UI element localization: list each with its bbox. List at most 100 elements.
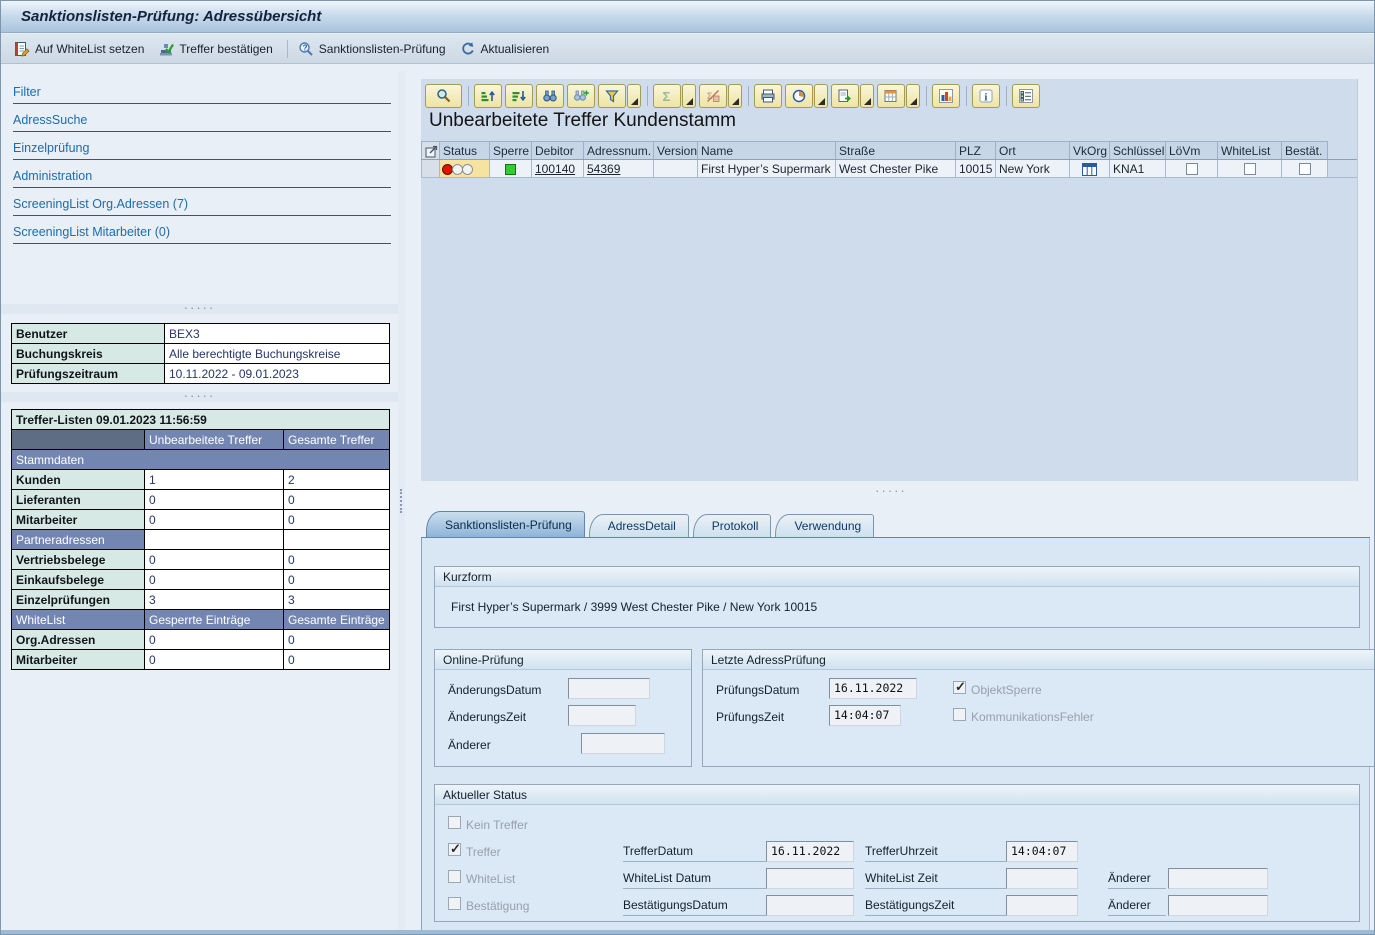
filter-dropdown-icon[interactable] [627, 84, 641, 108]
col-header-debitor[interactable]: Debitor [532, 142, 584, 160]
adressnum-link[interactable]: 54369 [587, 162, 620, 176]
aenderer-field[interactable] [581, 733, 665, 754]
sort-descending-icon[interactable] [505, 84, 533, 108]
debitor-link[interactable]: 100140 [535, 162, 575, 176]
find-icon[interactable] [536, 84, 564, 108]
graphic-icon[interactable] [932, 84, 960, 108]
nav-link-screeninglist-org[interactable]: ScreeningList Org.Adressen (7) [13, 188, 391, 216]
pane-splitter[interactable] [398, 71, 405, 932]
nav-link-screeninglist-mitarbeiter[interactable]: ScreeningList Mitarbeiter (0) [13, 216, 391, 244]
nav-link-administration[interactable]: Administration [13, 160, 391, 188]
refresh-button[interactable]: Aktualisieren [455, 38, 559, 60]
trefferdatum-field[interactable]: 16.11.2022 [766, 841, 854, 862]
alv-header-row: Status Sperre Debitor Adressnum. Version… [422, 142, 1358, 160]
bestaetigungsdatum-field[interactable] [766, 895, 854, 916]
export-dropdown-icon[interactable] [860, 84, 874, 108]
treffer-checkbox[interactable] [448, 843, 461, 856]
col-header-ort[interactable]: Ort [996, 142, 1070, 160]
hit-lists-col-header: Gesamte Treffer [284, 430, 390, 450]
sum-dropdown-icon[interactable] [682, 84, 696, 108]
hit-lists-title: Treffer-Listen 09.01.2023 11:56:59 [12, 410, 390, 430]
subtotal-icon[interactable]: Σ [699, 84, 727, 108]
whitelist-zeit-field[interactable] [1006, 868, 1078, 889]
aenderer1-field[interactable] [1168, 868, 1268, 889]
col-header-vkorg[interactable]: VkOrg [1070, 142, 1110, 160]
user-info-value: BEX3 [165, 324, 390, 344]
tab-verwendung[interactable]: Verwendung [775, 514, 874, 537]
tab-adressdetail[interactable]: AdressDetail [589, 514, 689, 537]
info-icon[interactable]: i [972, 84, 1000, 108]
whitelist-checkbox[interactable] [1244, 163, 1256, 175]
col-header-version[interactable]: Version [654, 142, 698, 160]
select-all-icon[interactable] [422, 142, 440, 160]
nav-link-filter[interactable]: Filter [13, 76, 391, 104]
table-row: Einkaufsbelege 0 0 [12, 570, 390, 590]
col-header-name[interactable]: Name [698, 142, 836, 160]
print-icon[interactable] [754, 84, 782, 108]
nav-link-adresssuche[interactable]: AdressSuche [13, 104, 391, 132]
tab-content-panel: Kurzform First Hyper’s Supermark / 3999 … [421, 538, 1370, 931]
navigation-panel: Filter AdressSuche Einzelprüfung Adminis… [1, 71, 398, 932]
sort-ascending-icon[interactable] [474, 84, 502, 108]
kommunikationsfehler-label: KommunikationsFehler [971, 710, 1094, 724]
layout-icon[interactable] [877, 84, 905, 108]
find-next-icon[interactable] [567, 84, 595, 108]
col-header-status[interactable]: Status [440, 142, 490, 160]
objektsperre-checkbox[interactable] [953, 681, 966, 694]
col-header-whitelist[interactable]: WhiteList [1218, 142, 1282, 160]
views-dropdown-icon[interactable] [814, 84, 828, 108]
vkorg-cell[interactable] [1070, 160, 1110, 178]
bestaetigungszeit-field[interactable] [1006, 895, 1078, 916]
tab-protokoll[interactable]: Protokoll [693, 514, 772, 537]
bestaetigungsdatum-label: BestätigungsDatum [623, 895, 766, 916]
export-icon[interactable] [831, 84, 859, 108]
tab-sanktionslisten-pruefung[interactable]: Sanktionslisten-Prüfung [426, 511, 585, 537]
details-icon[interactable] [425, 84, 462, 108]
kommunikationsfehler-checkbox[interactable] [953, 708, 966, 721]
aktueller-status-groupbox: Aktueller Status Kein Treffer Treffer Tr… [434, 784, 1360, 922]
whitelist-datum-field[interactable] [766, 868, 854, 889]
trefferuhrzeit-field[interactable]: 14:04:07 [1006, 841, 1078, 862]
aenderungszeit-field[interactable] [568, 705, 636, 726]
row-selector[interactable] [422, 160, 440, 178]
row-value: 0 [145, 490, 284, 510]
col-header-sperre[interactable]: Sperre [490, 142, 532, 160]
aenderer2-field[interactable] [1168, 895, 1268, 916]
table-row: Mitarbeiter 0 0 [12, 650, 390, 670]
col-header-strasse[interactable]: Straße [836, 142, 956, 160]
nav-link-einzelpruefung[interactable]: Einzelprüfung [13, 132, 391, 160]
layout-dropdown-icon[interactable] [906, 84, 920, 108]
checklist-icon[interactable] [1012, 84, 1040, 108]
horizontal-pane-splitter[interactable]: ····· [846, 483, 936, 498]
whitelist-status-checkbox[interactable] [448, 870, 461, 883]
aenderer1-label: Änderer [1108, 868, 1166, 889]
horizontal-splitter[interactable]: ····· [1, 304, 398, 314]
row-value: 3 [284, 590, 390, 610]
row-label: Einkaufsbelege [12, 570, 145, 590]
pruefungsdatum-field[interactable]: 16.11.2022 [829, 678, 917, 699]
row-value: 1 [145, 470, 284, 490]
subtotal-dropdown-icon[interactable] [728, 84, 742, 108]
sanctions-check-button[interactable]: ? Sanktionslisten-Prüfung [293, 38, 455, 60]
filter-icon[interactable] [598, 84, 626, 108]
col-header-schluessel[interactable]: Schlüssel [1110, 142, 1166, 160]
row-value: 0 [284, 550, 390, 570]
loevm-checkbox[interactable] [1186, 163, 1198, 175]
col-header-adressnum[interactable]: Adressnum. [584, 142, 654, 160]
row-value: 0 [284, 630, 390, 650]
col-header-loevm[interactable]: LöVm [1166, 142, 1218, 160]
header-filler [1328, 142, 1358, 160]
sum-icon[interactable]: Σ [653, 84, 681, 108]
kein-treffer-checkbox[interactable] [448, 816, 461, 829]
horizontal-splitter[interactable]: ····· [1, 392, 398, 402]
bestaetigung-status-checkbox[interactable] [448, 897, 461, 910]
col-header-plz[interactable]: PLZ [956, 142, 996, 160]
col-header-bestaet[interactable]: Bestät. [1282, 142, 1328, 160]
confirm-hit-button[interactable]: Treffer bestätigen [153, 38, 281, 60]
table-row: Partneradressen [12, 530, 390, 550]
views-icon[interactable] [785, 84, 813, 108]
aenderungsdatum-field[interactable] [568, 678, 650, 699]
set-whitelist-button[interactable]: Auf WhiteList setzen [9, 38, 153, 60]
pruefungszeit-field[interactable]: 14:04:07 [829, 705, 901, 726]
bestaetigung-checkbox[interactable] [1299, 163, 1311, 175]
